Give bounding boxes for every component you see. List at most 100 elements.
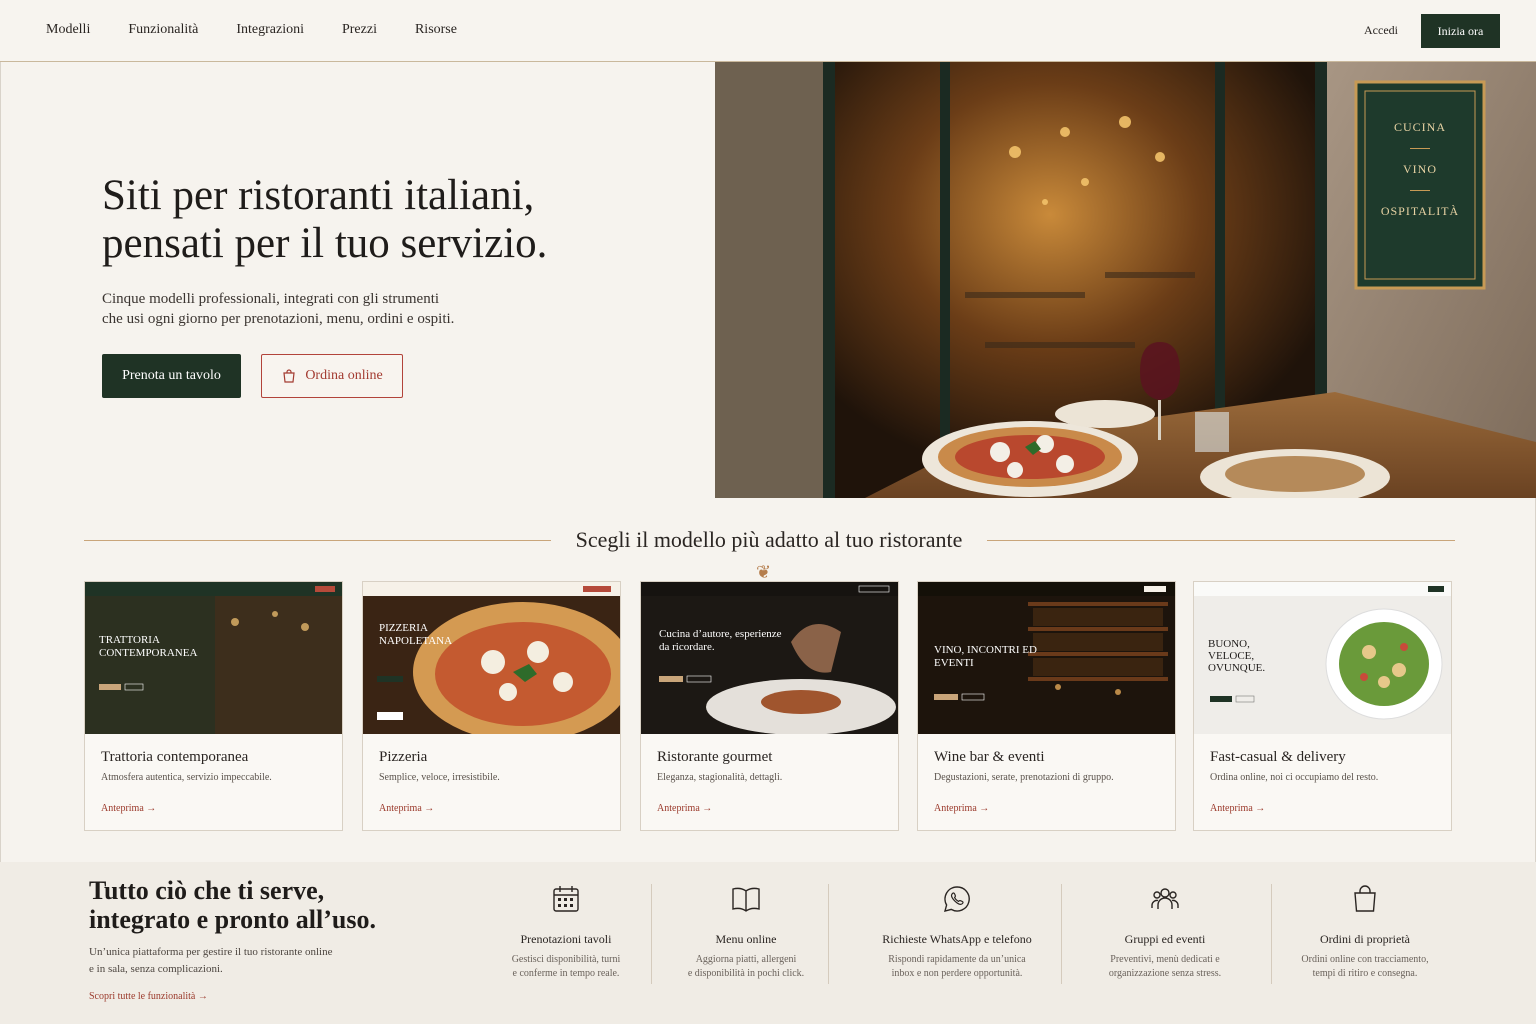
group-icon [1151, 888, 1179, 909]
template-card-trattoria[interactable]: TRATTORIA CONTEMPORANEA Trattoria contem… [84, 581, 343, 831]
card-description: Semplice, veloce, irresistibile. [379, 772, 500, 783]
feature-groups-events: Gruppi ed eventi Preventivi, menù dedica… [1075, 884, 1255, 981]
preview-label: Anteprima [379, 803, 422, 814]
arrow-right-icon: → [979, 803, 990, 814]
template-card-gourmet[interactable]: Cucina d’autore, esperienze da ricordare… [640, 581, 899, 831]
thumb-heading: VINO, INCONTRI ED EVENTI [934, 644, 1037, 669]
feature-description: Aggiorna piatti, allergeni e disponibilit… [656, 953, 836, 981]
sign-text-cucina: CUCINA [1393, 120, 1446, 134]
arrow-right-icon: → [702, 803, 713, 814]
thumb-heading: BUONO, VELOCE, OVUNQUE. [1208, 638, 1266, 674]
feature-title: Gruppi ed eventi [1124, 932, 1206, 946]
hero-title: Siti per ristoranti italiani, pensati pe… [102, 172, 662, 268]
shopping-bag-icon [283, 369, 295, 383]
nav-link-integrazioni[interactable]: Integrazioni [236, 22, 304, 38]
hero-subtitle-line-2: che usi ogni giorno per prenotazioni, me… [102, 311, 455, 327]
feature-title: Richieste WhatsApp e telefono [882, 932, 1032, 946]
features-subtitle-line-1: Un’unica piattaforma per gestire il tuo … [89, 946, 333, 958]
nav-link-prezzi[interactable]: Prezzi [342, 22, 377, 38]
template-thumbnail: VINO, INCONTRI ED EVENTI [918, 582, 1175, 734]
nav-link-risorse[interactable]: Risorse [415, 22, 457, 38]
feature-description: Ordini online con tracciamento, tempi di … [1275, 953, 1455, 981]
whatsapp-icon [944, 886, 970, 912]
features-title-line-2: integrato e pronto all’uso. [89, 905, 376, 934]
preview-link[interactable]: Anteprima → [101, 803, 156, 814]
card-title: Fast-casual & delivery [1210, 749, 1346, 765]
template-thumbnail: TRATTORIA CONTEMPORANEA [85, 582, 342, 734]
feature-desc-line: Gestisci disponibilità, turni [511, 954, 621, 965]
preview-link[interactable]: Anteprima → [1210, 803, 1265, 814]
feature-description: Preventivi, menù dedicati e organizzazion… [1075, 953, 1255, 981]
preview-label: Anteprima [657, 803, 700, 814]
feature-menu-online: Menu online Aggiorna piatti, allergeni e … [656, 884, 836, 981]
top-navigation: Modelli Funzionalità Integrazioni Prezzi… [0, 0, 1536, 62]
sign-divider [1410, 190, 1430, 191]
feature-desc-line: Aggiorna piatti, allergeni [695, 954, 797, 965]
all-features-label: Scopri tutte le funzionalità [89, 991, 196, 1002]
hero-title-line-1: Siti per ristoranti italiani, [102, 172, 535, 219]
arrow-right-icon: → [424, 803, 435, 814]
shopping-bag-icon [1354, 885, 1376, 912]
order-online-label: Ordina online [305, 368, 383, 383]
preview-link[interactable]: Anteprima → [934, 803, 989, 814]
feature-title: Menu online [715, 932, 777, 946]
nav-link-modelli[interactable]: Modelli [46, 22, 90, 38]
thumb-heading: TRATTORIA CONTEMPORANEA [99, 634, 198, 659]
feature-desc-line: organizzazione senza stress. [1108, 968, 1222, 979]
feature-whatsapp: Richieste WhatsApp e telefono Rispondi r… [857, 884, 1057, 981]
thumb-heading: Cucina d’autore, esperienze da ricordare… [659, 628, 782, 653]
order-online-button[interactable]: Ordina online [261, 354, 403, 398]
card-title: Trattoria contemporanea [101, 749, 249, 765]
features-title-line-1: Tutto ciò che ti serve, [89, 876, 325, 905]
calendar-icon [553, 886, 579, 912]
templates-heading: Scegli il modello più adatto al tuo rist… [575, 527, 963, 552]
all-features-link[interactable]: Scopri tutte le funzionalità → [89, 991, 208, 1002]
start-now-button[interactable]: Inizia ora [1421, 14, 1500, 48]
template-thumbnail: BUONO, VELOCE, OVUNQUE. [1194, 582, 1451, 734]
feature-description: Rispondi rapidamente da un’unica inbox e … [857, 953, 1057, 981]
features-subtitle-line-2: e in sala, senza complicazioni. [89, 963, 223, 975]
ornament-icon: ❦ [756, 562, 772, 582]
preview-label: Anteprima [1210, 803, 1253, 814]
sign-text-vino: VINO [1403, 162, 1437, 176]
book-table-button[interactable]: Prenota un tavolo [102, 354, 241, 398]
feature-description: Gestisci disponibilità, turni e conferme … [476, 953, 656, 981]
section-divider-right [987, 540, 1455, 541]
preview-label: Anteprima [934, 803, 977, 814]
hero-sign: CUCINA VINO OSPITALITÀ [1356, 120, 1484, 219]
feature-desc-line: Preventivi, menù dedicati e [1110, 954, 1220, 965]
arrow-right-icon: → [197, 991, 208, 1002]
hero-title-line-2: pensati per il tuo servizio. [102, 220, 548, 267]
feature-desc-line: Ordini online con tracciamento, [1301, 954, 1429, 965]
sign-text-ospitalita: OSPITALITÀ [1380, 204, 1460, 218]
card-description: Atmosfera autentica, servizio impeccabil… [101, 772, 272, 783]
arrow-right-icon: → [1255, 803, 1266, 814]
feature-title: Prenotazioni tavoli [520, 932, 612, 946]
template-thumbnail: PIZZERIA NAPOLETANA [363, 582, 620, 734]
feature-divider [1061, 884, 1062, 984]
preview-link[interactable]: Anteprima → [657, 803, 712, 814]
template-card-pizzeria[interactable]: PIZZERIA NAPOLETANA Pizzeria Semplice, v… [362, 581, 621, 831]
login-link[interactable]: Accedi [1364, 23, 1398, 38]
card-title: Wine bar & eventi [934, 749, 1045, 765]
feature-divider [1271, 884, 1272, 984]
hero-restaurant-photo: CUCINA VINO OSPITALITÀ [715, 62, 1536, 498]
feature-desc-line: e disponibilità in pochi click. [687, 968, 805, 979]
feature-reservations: Prenotazioni tavoli Gestisci disponibili… [476, 884, 656, 981]
template-card-fast-casual[interactable]: BUONO, VELOCE, OVUNQUE. Fast-casual & de… [1193, 581, 1452, 831]
feature-title: Ordini di proprietà [1320, 932, 1410, 946]
feature-desc-line: e conferme in tempo reale. [512, 968, 620, 979]
hero-subtitle: Cinque modelli professionali, integrati … [102, 289, 482, 329]
arrow-right-icon: → [146, 803, 157, 814]
template-thumbnail: Cucina d’autore, esperienze da ricordare… [641, 582, 898, 734]
sign-divider [1410, 148, 1430, 149]
feature-divider [828, 884, 829, 984]
card-title: Ristorante gourmet [657, 749, 773, 765]
book-icon [732, 887, 760, 912]
card-description: Degustazioni, serate, prenotazioni di gr… [934, 772, 1114, 783]
template-card-wine-bar[interactable]: VINO, INCONTRI ED EVENTI Wine bar & even… [917, 581, 1176, 831]
nav-link-funzionalita[interactable]: Funzionalità [128, 22, 198, 38]
preview-label: Anteprima [101, 803, 144, 814]
preview-link[interactable]: Anteprima → [379, 803, 434, 814]
features-subtitle: Un’unica piattaforma per gestire il tuo … [89, 944, 359, 978]
